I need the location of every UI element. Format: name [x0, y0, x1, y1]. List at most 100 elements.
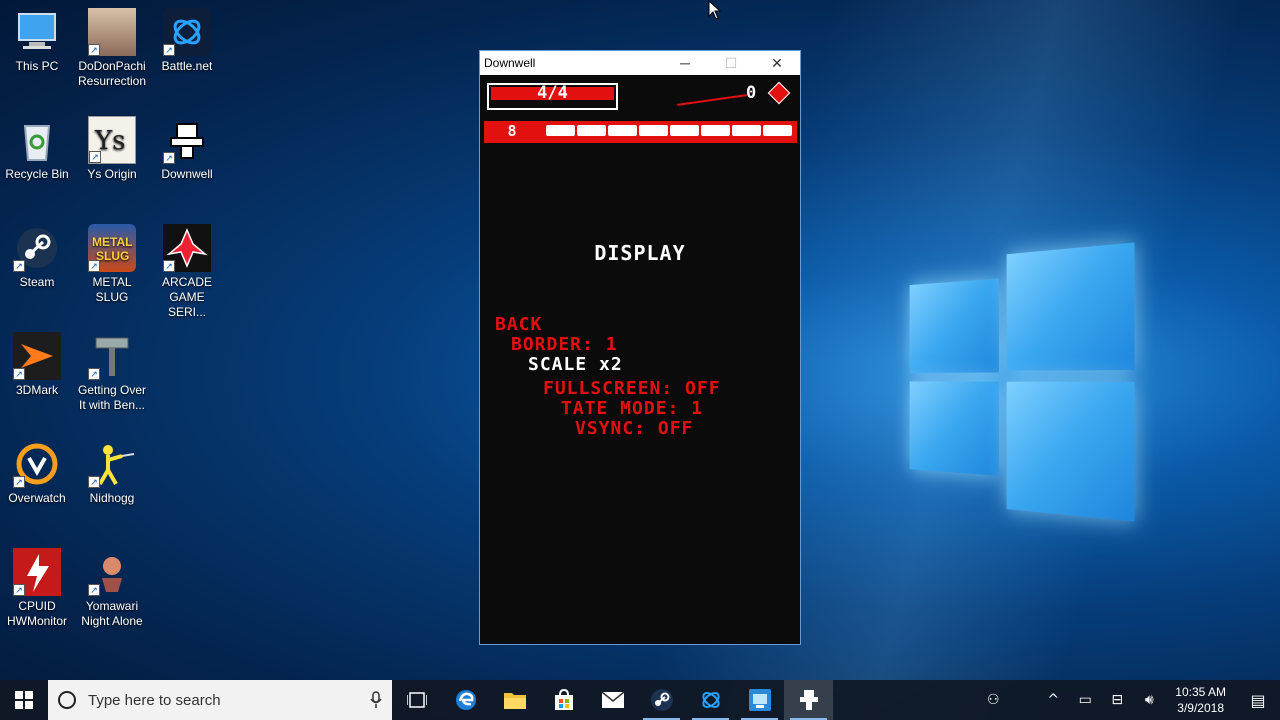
hp-text: 4/4: [537, 83, 568, 103]
desktop-icon-label: ARCADE GAME SERI...: [161, 275, 212, 319]
desktop-icon-arcade-game-series[interactable]: ↗ ARCADE GAME SERI...: [150, 224, 224, 320]
gem-count: 0: [746, 83, 757, 103]
desktop-icon-steam[interactable]: ↗ Steam: [0, 224, 74, 290]
store-icon[interactable]: [539, 680, 588, 720]
windows-logo-wallpaper: [906, 228, 1140, 528]
desktop-icon-recycle-bin[interactable]: Recycle Bin: [0, 116, 74, 182]
desktop-icon-this-pc[interactable]: This PC: [0, 8, 74, 74]
galaga-icon: ↗: [163, 224, 211, 272]
steam-icon: ↗: [13, 224, 61, 272]
desktop-icon-label: Getting Over It with Ben...: [77, 383, 147, 412]
clock-time: 10:35 AM: [1175, 685, 1226, 699]
desktop-icon-yomawari[interactable]: ↗ Yomawari Night Alone: [75, 548, 149, 629]
desktop-icon-3dmark[interactable]: ↗ 3DMark: [0, 332, 74, 398]
desktop-icon-metal-slug[interactable]: METAL SLUG ↗ METAL SLUG: [75, 224, 149, 305]
battlenet-icon: ↗: [163, 8, 211, 56]
edge-icon[interactable]: [441, 680, 490, 720]
window-title: Downwell: [484, 56, 536, 70]
computer-icon: [13, 8, 61, 56]
ammo-bar: 8: [484, 121, 797, 143]
nidhogg-icon: ↗: [88, 440, 136, 488]
metal-slug-icon: METAL SLUG ↗: [88, 224, 136, 272]
desktop-icon-label: DoDonPachi Resurrection: [77, 59, 147, 88]
game-viewport[interactable]: 4/4 0 8 DISPLAY BACK BORDER: 1 SCALE x2 …: [480, 75, 800, 644]
desktop-icon-label: Overwatch: [8, 491, 66, 505]
desktop-icon-overwatch[interactable]: ↗ Overwatch: [0, 440, 74, 506]
clock-date: 3/9/2018: [1177, 701, 1224, 715]
desktop-icon-label: METAL SLUG: [92, 275, 132, 304]
mail-icon[interactable]: [588, 680, 637, 720]
mouse-cursor-icon: [708, 0, 722, 20]
desktop-icon-getting-over-it[interactable]: ↗ Getting Over It with Ben...: [75, 332, 149, 413]
ammo-slot: [546, 125, 575, 136]
clock[interactable]: 10:35 AM 3/9/2018: [1165, 684, 1236, 716]
downwell-taskbar-icon[interactable]: [784, 680, 833, 720]
gem-icon: [767, 81, 791, 105]
maximize-button[interactable]: ☐: [708, 51, 754, 75]
menu-item-vsync[interactable]: VSYNC: OFF: [575, 418, 693, 439]
cortana-icon: [58, 691, 76, 709]
window-titlebar[interactable]: Downwell ─ ☐ ✕: [480, 51, 800, 75]
search-placeholder[interactable]: Type here to search: [88, 692, 370, 709]
menu-item-tate-mode[interactable]: TATE MODE: 1: [561, 398, 703, 419]
game-art-icon: ↗: [88, 8, 136, 56]
yomawari-icon: ↗: [88, 548, 136, 596]
app-icon[interactable]: [735, 680, 784, 720]
steam-taskbar-icon[interactable]: [637, 680, 686, 720]
desktop-icon-label: Steam: [19, 275, 55, 289]
ammo-slot: [763, 125, 792, 136]
ammo-slot: [670, 125, 699, 136]
menu-item-back[interactable]: BACK: [495, 314, 542, 335]
chevron-up-icon[interactable]: ^: [1037, 692, 1069, 708]
people-icon[interactable]: ⚇: [977, 692, 1009, 708]
action-center-icon[interactable]: ▤: [1236, 691, 1280, 710]
desktop-icon-label: Downwell: [161, 167, 213, 181]
start-button[interactable]: [0, 680, 48, 720]
close-button[interactable]: ✕: [754, 51, 800, 75]
menu-title: DISPLAY: [594, 241, 686, 265]
menu-item-fullscreen[interactable]: FULLSCREEN: OFF: [543, 378, 721, 399]
system-tray: ⚇ ^ ▭ ⊟ 🔊︎ 10:35 AM 3/9/2018 ▤: [977, 680, 1280, 720]
menu-item-border[interactable]: BORDER: 1: [511, 334, 618, 355]
recycle-bin-icon: [13, 116, 61, 164]
3dmark-icon: ↗: [13, 332, 61, 380]
desktop-icon-nidhogg[interactable]: ↗ Nidhogg: [75, 440, 149, 506]
ammo-slot: [608, 125, 637, 136]
desktop-icon-label: This PC: [15, 59, 59, 73]
battlenet-taskbar-icon[interactable]: [686, 680, 735, 720]
desktop-icon-dodonpachi[interactable]: ↗ DoDonPachi Resurrection: [75, 8, 149, 89]
hp-bar: 4/4: [487, 83, 618, 110]
desktop-icon-battlenet[interactable]: ↗ Battle.net: [150, 8, 224, 74]
desktop-icon-ys-origin[interactable]: Ys ↗ Ys Origin: [75, 116, 149, 182]
battery-icon[interactable]: ▭: [1069, 692, 1101, 708]
taskbar-search-box[interactable]: Type here to search: [48, 680, 392, 720]
svg-text:METAL: METAL: [92, 235, 132, 249]
microphone-icon[interactable]: [370, 691, 382, 709]
ammo-count: 8: [507, 122, 517, 140]
ammo-slot: [732, 125, 761, 136]
hwmonitor-icon: ↗: [13, 548, 61, 596]
windows-start-icon: [15, 691, 33, 709]
menu-item-scale[interactable]: SCALE x2: [528, 354, 623, 375]
desktop-icon-label: Nidhogg: [89, 491, 135, 505]
gem-trail: [677, 94, 747, 106]
file-explorer-icon[interactable]: [490, 680, 539, 720]
desktop-icon-label: 3DMark: [15, 383, 58, 397]
ys-origin-icon: Ys ↗: [88, 116, 136, 164]
desktop-icon-label: Recycle Bin: [5, 167, 69, 181]
task-view-icon[interactable]: [392, 680, 441, 720]
desktop-icon-hwmonitor[interactable]: ↗ CPUID HWMonitor: [0, 548, 74, 629]
overwatch-icon: ↗: [13, 440, 61, 488]
downwell-icon: ↗: [163, 116, 211, 164]
minimize-button[interactable]: ─: [662, 51, 708, 75]
svg-text:SLUG: SLUG: [96, 249, 129, 263]
volume-icon[interactable]: 🔊︎: [1133, 692, 1165, 708]
taskbar: Type here to search ⚇ ^ ▭ ⊟ 🔊︎ 10:35 AM …: [0, 680, 1280, 720]
desktop-icon-downwell[interactable]: ↗ Downwell: [150, 116, 224, 182]
desktop-icon-label: Ys Origin: [87, 167, 137, 181]
ammo-slot: [577, 125, 606, 136]
ammo-slot: [701, 125, 730, 136]
desktop-icon-label: Yomawari Night Alone: [81, 599, 143, 628]
downwell-window[interactable]: Downwell ─ ☐ ✕ 4/4 0 8 DISPLAY BACK BORD…: [479, 50, 801, 645]
network-icon[interactable]: ⊟: [1101, 692, 1133, 708]
